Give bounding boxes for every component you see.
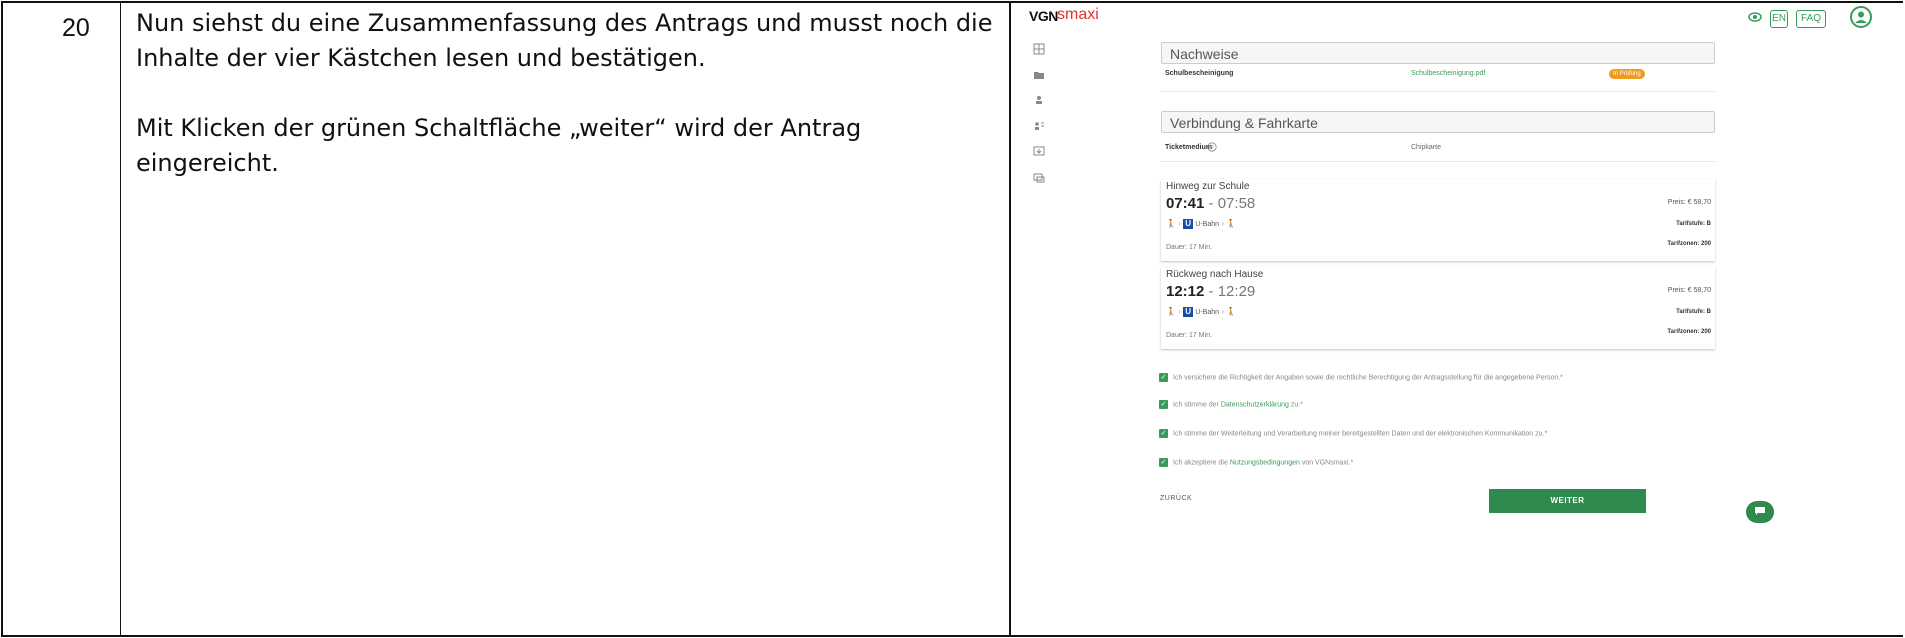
chat-icon[interactable] xyxy=(1033,172,1045,184)
instruction-line-2: Inhalte der vier Kästchen lesen und best… xyxy=(136,44,706,72)
person-icon[interactable] xyxy=(1033,94,1045,106)
route-time: 12:12 - 12:29 xyxy=(1166,283,1255,300)
ticketmedium-label: Ticketmedium xyxy=(1165,144,1212,151)
people-icon[interactable] xyxy=(1033,120,1045,132)
checkbox-checked[interactable]: ✓ xyxy=(1159,429,1168,438)
app-screenshot: VGN smaxi EN FAQ Nachweise Schulbeschein… xyxy=(1013,3,1901,635)
section-nachweise-header: Nachweise xyxy=(1161,42,1715,64)
consent-weiterleitung[interactable]: ✓ Ich stimme der Weiterleitung und Verarb… xyxy=(1159,429,1547,439)
route-card-hinweg: Hinweg zur Schule 07:41 - 07:58 🚶 › U U-… xyxy=(1161,179,1715,261)
route-price: Preis: € 58,70 xyxy=(1667,199,1711,206)
logo-vgn: VGN xyxy=(1029,8,1058,24)
route-legs: 🚶 › U U-Bahn › 🚶 xyxy=(1166,219,1236,231)
grid-icon[interactable] xyxy=(1033,43,1045,55)
arrival-time: 07:58 xyxy=(1217,195,1256,212)
nachweise-file-link[interactable]: Schulbescheinigung.pdf xyxy=(1411,70,1485,77)
transport-mode: U-Bahn xyxy=(1195,309,1220,317)
chevron-right-icon: › xyxy=(1178,307,1181,317)
route-tarifzonen: Tarifzonen: 200 xyxy=(1667,241,1711,247)
departure-time: 12:12 xyxy=(1166,283,1205,300)
checkbox-checked[interactable]: ✓ xyxy=(1159,373,1168,382)
nachweise-row-label: Schulbescheinigung xyxy=(1165,70,1234,77)
route-tarifstufe: Tarifstufe: B xyxy=(1676,309,1711,315)
divider xyxy=(1161,161,1715,162)
ubahn-icon: U xyxy=(1183,307,1194,317)
consent-text-post: von VGNsmaxi.* xyxy=(1299,459,1354,467)
consent-text: Ich stimme der Weiterleitung und Verarbe… xyxy=(1173,430,1548,438)
consent-text-post: zu.* xyxy=(1288,401,1303,409)
language-button[interactable]: EN xyxy=(1770,10,1788,28)
route-legs: 🚶 › U U-Bahn › 🚶 xyxy=(1166,307,1236,319)
person-icon xyxy=(1855,11,1867,23)
route-title: Hinweg zur Schule xyxy=(1166,181,1250,192)
walk-icon: 🚶 xyxy=(1166,219,1176,229)
folder-icon[interactable] xyxy=(1033,69,1045,81)
faq-button[interactable]: FAQ xyxy=(1796,10,1826,28)
route-card-rueckweg: Rückweg nach Hause 12:12 - 12:29 🚶 › U U… xyxy=(1161,267,1715,349)
chat-bubble-icon xyxy=(1755,507,1765,516)
consent-text: Ich versichere die Richtigkeit der Angab… xyxy=(1173,374,1563,382)
divider xyxy=(1161,91,1715,92)
table-cell-step-number xyxy=(1,1,121,637)
walk-icon: 🚶 xyxy=(1166,307,1176,317)
consent-nutzungsbedingungen[interactable]: ✓ Ich akzeptiere die Nutzungsbedingungen … xyxy=(1159,458,1353,468)
time-separator: - xyxy=(1204,283,1218,300)
consent-datenschutz[interactable]: ✓ Ich stimme der Datenschutzerklärung zu.… xyxy=(1159,400,1303,410)
route-price: Preis: € 58,70 xyxy=(1667,287,1711,294)
chevron-right-icon: › xyxy=(1178,219,1181,229)
route-tarifzonen: Tarifzonen: 200 xyxy=(1667,329,1711,335)
route-title: Rückweg nach Hause xyxy=(1166,269,1264,280)
help-icon[interactable]: ? xyxy=(1207,142,1217,152)
chat-fab-button[interactable] xyxy=(1746,501,1774,523)
section-verbindung-header: Verbindung & Fahrkarte xyxy=(1161,111,1715,133)
transport-mode: U-Bahn xyxy=(1195,221,1220,229)
walk-icon: 🚶 xyxy=(1226,219,1237,229)
next-button[interactable]: WEITER xyxy=(1489,489,1646,513)
route-tarifstufe: Tarifstufe: B xyxy=(1676,221,1711,227)
instruction-line-1: Nun siehst du eine Zusammenfassung des A… xyxy=(136,9,993,37)
walk-icon: 🚶 xyxy=(1226,307,1237,317)
checkbox-checked[interactable]: ✓ xyxy=(1159,458,1168,467)
table-cell-instructions xyxy=(121,1,1011,637)
chevron-right-icon: › xyxy=(1221,307,1224,317)
consent-text-pre: Ich akzeptiere die xyxy=(1173,459,1230,467)
departure-time: 07:41 xyxy=(1166,195,1205,212)
download-icon[interactable] xyxy=(1033,146,1045,158)
top-bar: VGN smaxi EN FAQ xyxy=(1013,3,1901,35)
arrival-time: 12:29 xyxy=(1217,283,1256,300)
consent-text-pre: Ich stimme der xyxy=(1173,401,1221,409)
status-badge: In Prüfung xyxy=(1609,69,1645,79)
time-separator: - xyxy=(1204,195,1218,212)
back-button[interactable]: ZURÜCK xyxy=(1160,495,1192,502)
ticketmedium-value: Chipkarte xyxy=(1411,144,1441,151)
datenschutz-link[interactable]: Datenschutzerklärung xyxy=(1221,401,1289,408)
route-time: 07:41 - 07:58 xyxy=(1166,195,1255,212)
route-duration: Dauer: 17 Min. xyxy=(1166,244,1212,251)
checkbox-checked[interactable]: ✓ xyxy=(1159,400,1168,409)
step-number: 20 xyxy=(62,14,90,42)
chevron-right-icon: › xyxy=(1221,219,1224,229)
avatar-icon[interactable] xyxy=(1850,6,1872,28)
instruction-line-4: eingereicht. xyxy=(136,149,279,177)
nutzungsbedingungen-link[interactable]: Nutzungsbedingungen xyxy=(1230,459,1300,466)
consent-richtigkeit[interactable]: ✓ Ich versichere die Richtigkeit der Anga… xyxy=(1159,373,1563,383)
ubahn-icon: U xyxy=(1183,219,1194,229)
instruction-line-3: Mit Klicken der grünen Schaltfläche „wei… xyxy=(136,114,862,142)
route-duration: Dauer: 17 Min. xyxy=(1166,332,1212,339)
eye-icon[interactable] xyxy=(1748,11,1762,23)
logo-smaxi: smaxi xyxy=(1057,6,1099,23)
